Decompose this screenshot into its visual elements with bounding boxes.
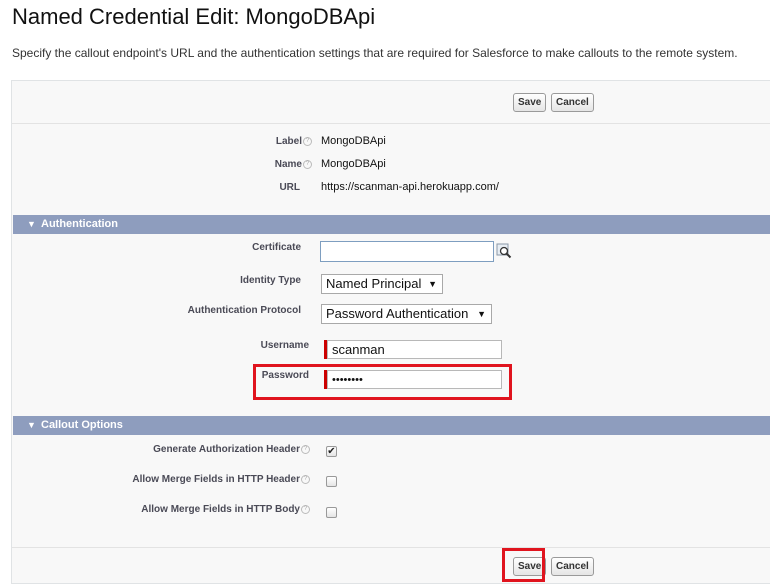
callout-options-section-header[interactable]: ▼ Callout Options <box>13 416 770 435</box>
name-value: MongoDBApi <box>321 158 386 170</box>
allow-merge-fields-header-label: Allow Merge Fields in HTTP Header? <box>100 474 310 485</box>
authentication-protocol-select[interactable]: Password Authentication ▼ <box>321 304 492 324</box>
label-label-text: Label <box>275 136 302 147</box>
dropdown-arrow-icon: ▼ <box>477 309 486 319</box>
save-button-top[interactable]: Save <box>513 93 547 112</box>
cancel-button-top[interactable]: Cancel <box>551 93 594 112</box>
identity-type-select[interactable]: Named Principal ▼ <box>321 274 443 294</box>
help-icon[interactable]: ? <box>303 136 312 146</box>
page-description: Specify the callout endpoint's URL and t… <box>12 46 738 60</box>
allow-merge-fields-header-checkbox[interactable] <box>326 476 337 487</box>
name-field-label: Name? <box>200 159 312 170</box>
certificate-input[interactable] <box>320 241 494 262</box>
collapse-triangle-icon[interactable]: ▼ <box>27 215 36 234</box>
top-button-bar: Save Cancel <box>12 81 770 124</box>
certificate-label: Certificate <box>252 242 301 253</box>
lookup-icon[interactable] <box>496 243 512 259</box>
allow-merge-fields-body-text: Allow Merge Fields in HTTP Body <box>141 504 300 515</box>
help-icon[interactable]: ? <box>301 504 310 514</box>
url-value: https://scanman-api.herokuapp.com/ <box>321 181 499 193</box>
callout-options-section-title: Callout Options <box>41 419 123 431</box>
allow-merge-fields-header-text: Allow Merge Fields in HTTP Header <box>132 474 300 485</box>
identity-type-value: Named Principal <box>326 276 422 291</box>
allow-merge-fields-body-label: Allow Merge Fields in HTTP Body? <box>100 504 310 515</box>
password-highlight-box <box>253 364 512 400</box>
authentication-protocol-value: Password Authentication <box>326 306 469 321</box>
authentication-protocol-label: Authentication Protocol <box>187 305 301 316</box>
generate-authorization-header-checkbox[interactable]: ✔ <box>326 446 337 457</box>
username-input[interactable]: scanman <box>327 340 502 359</box>
username-label: Username <box>260 340 309 351</box>
identity-type-label: Identity Type <box>240 275 301 286</box>
generate-authorization-header-text: Generate Authorization Header <box>153 444 300 455</box>
help-icon[interactable]: ? <box>301 444 310 454</box>
url-label: URL <box>279 182 300 193</box>
label-field-label: Label? <box>200 136 312 147</box>
name-label-text: Name <box>274 159 302 170</box>
help-icon[interactable]: ? <box>303 159 312 169</box>
help-icon[interactable]: ? <box>301 474 310 484</box>
generate-authorization-header-label: Generate Authorization Header? <box>100 444 310 455</box>
save-highlight-box <box>502 548 545 582</box>
dropdown-arrow-icon: ▼ <box>428 279 437 289</box>
cancel-button-bottom[interactable]: Cancel <box>551 557 594 576</box>
authentication-section-title: Authentication <box>41 218 118 230</box>
label-value: MongoDBApi <box>321 135 386 147</box>
page-title: Named Credential Edit: MongoDBApi <box>12 4 376 29</box>
allow-merge-fields-body-checkbox[interactable] <box>326 507 337 518</box>
authentication-section-header[interactable]: ▼ Authentication <box>13 215 770 234</box>
collapse-triangle-icon[interactable]: ▼ <box>27 416 36 435</box>
bottom-button-bar: Save Cancel <box>12 547 770 584</box>
